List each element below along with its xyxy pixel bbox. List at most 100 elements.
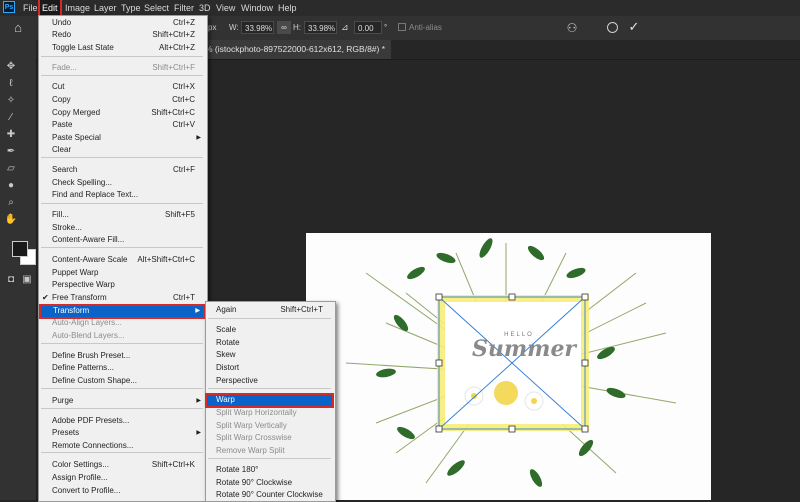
edit-menu-item[interactable]: Copy Ctrl+C bbox=[39, 94, 205, 107]
menu-file[interactable]: File bbox=[21, 0, 40, 16]
menu-type[interactable]: Type bbox=[119, 0, 143, 16]
blur-tool-icon[interactable]: ● bbox=[4, 180, 18, 192]
edit-menu-item[interactable]: Search Ctrl+F bbox=[39, 164, 205, 177]
transform-menu-item-label: Split Warp Horizontally bbox=[216, 408, 297, 417]
edit-menu-item[interactable]: Free Transform Ctrl+T ✔ bbox=[39, 292, 205, 305]
menu-window[interactable]: Window bbox=[239, 0, 275, 16]
edit-menu-item[interactable]: Clear bbox=[39, 144, 205, 157]
edit-menu-item[interactable]: Perspective Warp bbox=[39, 279, 205, 292]
height-field[interactable]: 33.98% bbox=[304, 21, 337, 34]
edit-menu-item[interactable]: Stroke... bbox=[39, 222, 205, 235]
transform-menu-item[interactable]: Skew bbox=[206, 349, 333, 362]
transform-menu-item[interactable]: Remove Warp Split bbox=[206, 445, 333, 458]
transform-menu-item[interactable]: Again Shift+Ctrl+T bbox=[206, 304, 333, 317]
menu-bar: Ps File Edit Image Layer Type Select Fil… bbox=[0, 0, 800, 18]
edit-menu-item[interactable]: Cut Ctrl+X bbox=[39, 81, 205, 94]
transform-menu-item[interactable]: Split Warp Horizontally bbox=[206, 407, 333, 420]
commit-transform-icon[interactable]: ✓ bbox=[627, 19, 641, 35]
edit-menu-item-label: Define Custom Shape... bbox=[52, 376, 137, 385]
lasso-tool-icon[interactable]: ℓ bbox=[4, 78, 18, 90]
link-icon[interactable]: ∞ bbox=[277, 21, 291, 34]
transform-menu-item-label: Split Warp Crosswise bbox=[216, 433, 292, 442]
transform-menu-item[interactable]: Rotate 180° bbox=[206, 464, 333, 477]
antialias-checkbox[interactable] bbox=[398, 23, 406, 31]
edit-menu-item[interactable]: Paste Special ▶ bbox=[39, 132, 205, 145]
eyedropper-tool-icon[interactable]: ⁄ bbox=[4, 112, 18, 124]
edit-menu-item[interactable]: Content-Aware Scale Alt+Shift+Ctrl+C bbox=[39, 254, 205, 267]
edit-menu-item[interactable]: Define Brush Preset... bbox=[39, 350, 205, 363]
edit-menu-item[interactable]: Toggle Last State Alt+Ctrl+Z bbox=[39, 42, 205, 55]
transform-menu-item-label: Rotate 180° bbox=[216, 465, 259, 474]
edit-menu-item-shortcut: Ctrl+F bbox=[173, 165, 195, 174]
menu-view[interactable]: View bbox=[214, 0, 237, 16]
document-canvas[interactable]: HELLO Summer bbox=[306, 233, 711, 500]
eraser-tool-icon[interactable]: ▱ bbox=[4, 163, 18, 175]
transform-menu-item-label: Rotate 90° Clockwise bbox=[216, 478, 293, 487]
menu-3d[interactable]: 3D bbox=[197, 0, 213, 16]
edit-menu-item[interactable]: Fade... Shift+Ctrl+F bbox=[39, 62, 205, 75]
edit-menu-item[interactable]: Auto-Align Layers... bbox=[39, 317, 205, 330]
healing-brush-tool-icon[interactable]: ✚ bbox=[4, 129, 18, 141]
move-tool-icon[interactable]: ✥ bbox=[4, 61, 18, 73]
pen-tool-icon[interactable]: ✒ bbox=[4, 146, 18, 158]
width-field[interactable]: 33.98% bbox=[241, 21, 274, 34]
quick-mask-icon[interactable]: ◘ bbox=[4, 274, 18, 286]
transform-menu-item[interactable]: Split Warp Vertically bbox=[206, 420, 333, 433]
menu-separator bbox=[41, 343, 203, 344]
menu-edit[interactable]: Edit bbox=[38, 0, 62, 18]
edit-menu-item[interactable]: Copy Merged Shift+Ctrl+C bbox=[39, 107, 205, 120]
edit-menu-item[interactable]: Adobe PDF Presets... bbox=[39, 415, 205, 428]
edit-menu-item-label: Remote Connections... bbox=[52, 441, 134, 450]
edit-menu-item[interactable]: Transform ▶ ▶ bbox=[39, 304, 205, 319]
edit-menu-item-shortcut: Alt+Shift+Ctrl+C bbox=[137, 255, 195, 264]
edit-menu-item[interactable]: Paste Ctrl+V bbox=[39, 119, 205, 132]
edit-menu-item[interactable]: Assign Profile... bbox=[39, 472, 205, 485]
edit-menu-item-shortcut: Shift+Ctrl+K bbox=[151, 460, 195, 469]
edit-menu-item[interactable]: Find and Replace Text... bbox=[39, 189, 205, 202]
edit-menu-item[interactable]: Color Settings... Shift+Ctrl+K bbox=[39, 459, 205, 472]
transform-menu-item[interactable]: Split Warp Crosswise bbox=[206, 432, 333, 445]
edit-menu-item[interactable]: Puppet Warp bbox=[39, 267, 205, 280]
magic-wand-tool-icon[interactable]: ✧ bbox=[4, 95, 18, 107]
transform-menu-item-label: Split Warp Vertically bbox=[216, 421, 287, 430]
transform-menu-item[interactable]: Rotate 90° Clockwise bbox=[206, 477, 333, 490]
menu-help[interactable]: Help bbox=[276, 0, 299, 16]
menu-layer[interactable]: Layer bbox=[92, 0, 119, 16]
hand-tool-icon[interactable]: ✋ bbox=[4, 214, 18, 226]
transform-menu-item[interactable]: Rotate bbox=[206, 337, 333, 350]
canvas-artwork bbox=[345, 238, 677, 487]
edit-menu-item[interactable]: Define Custom Shape... bbox=[39, 375, 205, 388]
transform-menu-item[interactable]: Scale bbox=[206, 324, 333, 337]
transform-menu-item[interactable]: Warp bbox=[205, 393, 334, 408]
edit-menu-item[interactable]: Undo Ctrl+Z bbox=[39, 17, 205, 30]
cancel-transform-icon[interactable] bbox=[607, 22, 618, 33]
edit-menu-item[interactable]: Convert to Profile... bbox=[39, 485, 205, 498]
edit-menu-item-label: Search bbox=[52, 165, 78, 174]
menu-select[interactable]: Select bbox=[142, 0, 171, 16]
edit-menu-item-shortcut: Shift+Ctrl+Z bbox=[152, 30, 195, 39]
zoom-tool-icon[interactable]: ⌕ bbox=[4, 197, 18, 209]
edit-menu-item[interactable]: Purge ▶ bbox=[39, 395, 205, 408]
transform-menu-item-shortcut: Shift+Ctrl+T bbox=[280, 305, 323, 314]
edit-menu-item[interactable]: Content-Aware Fill... bbox=[39, 234, 205, 247]
edit-menu-item[interactable]: Auto-Blend Layers... bbox=[39, 330, 205, 343]
edit-menu-item-label: Undo bbox=[52, 18, 72, 27]
menu-image[interactable]: Image bbox=[63, 0, 92, 16]
edit-menu-item[interactable]: Remote Connections... bbox=[39, 440, 205, 453]
edit-menu-item[interactable]: Redo Shift+Ctrl+Z bbox=[39, 29, 205, 42]
menu-separator bbox=[41, 203, 203, 204]
menu-filter[interactable]: Filter bbox=[172, 0, 196, 16]
angle-field[interactable]: 0.00 bbox=[354, 21, 382, 34]
document-tab[interactable]: % (istockphoto-897522000-612x612, RGB/8#… bbox=[199, 40, 392, 59]
edit-menu-item-shortcut: Ctrl+X bbox=[172, 82, 195, 91]
warp-mode-icon[interactable]: ⚇ bbox=[565, 20, 579, 36]
screen-mode-icon[interactable]: ▣ bbox=[20, 274, 34, 286]
transform-menu-item[interactable]: Distort bbox=[206, 362, 333, 375]
edit-menu-item[interactable]: Fill... Shift+F5 bbox=[39, 209, 205, 222]
edit-menu-item[interactable]: Presets ▶ bbox=[39, 427, 205, 440]
edit-menu-item[interactable]: Check Spelling... bbox=[39, 177, 205, 190]
edit-menu-item[interactable]: Define Patterns... bbox=[39, 362, 205, 375]
home-icon[interactable]: ⌂ bbox=[10, 20, 26, 36]
foreground-color-swatch[interactable] bbox=[12, 241, 28, 257]
transform-menu-item[interactable]: Perspective bbox=[206, 375, 333, 388]
